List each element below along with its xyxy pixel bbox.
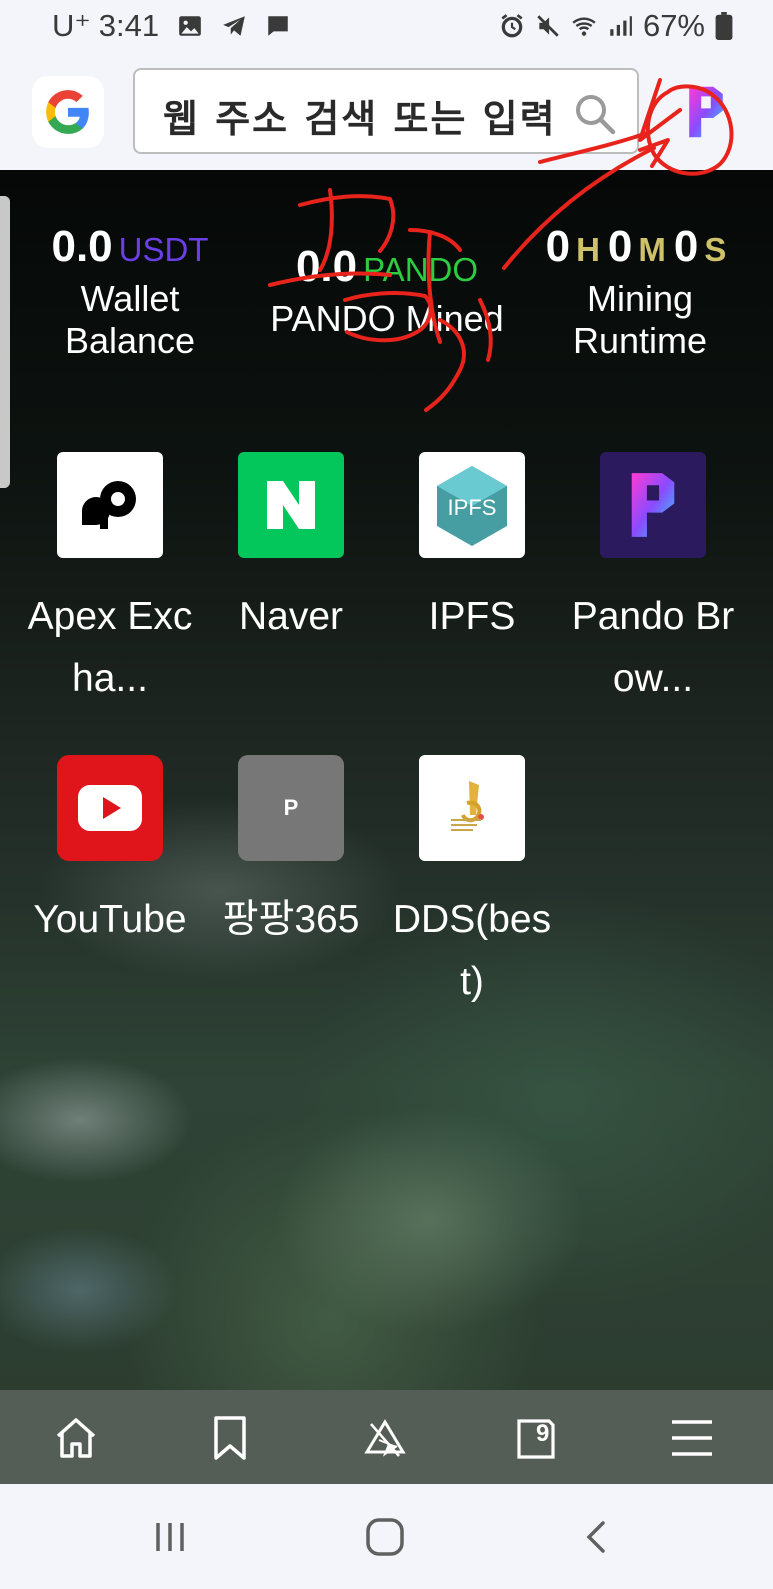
search-placeholder: 웹 주소 검색 또는 입력 xyxy=(163,97,557,141)
wallet-balance-stat: 0.0 USDT Wallet Balance xyxy=(30,222,230,362)
shortcut-label: Naver xyxy=(238,595,344,638)
shortcut-apex[interactable]: Apex Excha... xyxy=(20,452,200,710)
carrier-label: U⁺ xyxy=(52,8,91,43)
runtime-label: Mining Runtime xyxy=(572,278,708,361)
pando-icon xyxy=(600,452,706,558)
shortcut-label: Pando Brow... xyxy=(571,595,735,700)
message-icon xyxy=(268,16,288,36)
clock: 3:41 xyxy=(98,8,160,43)
telegram-icon xyxy=(223,16,245,36)
shortcut-pando-browser[interactable]: Pando Brow... xyxy=(563,452,743,710)
bookmark-icon xyxy=(214,1416,246,1460)
system-back-button[interactable] xyxy=(572,1512,622,1562)
runtime-minutes: 0 xyxy=(607,222,633,271)
shortcut-label: Apex Excha... xyxy=(27,595,193,700)
youtube-icon xyxy=(57,755,163,861)
hamburger-menu-icon xyxy=(672,1420,712,1456)
browser-toolbar: 웹 주소 검색 또는 입력 xyxy=(0,52,773,170)
wallet-label: Wallet Balance xyxy=(64,278,196,361)
mining-runtime-stat: 0H0M0S Mining Runtime xyxy=(520,222,760,362)
shield-broken-icon xyxy=(364,1419,406,1457)
system-home-button[interactable] xyxy=(360,1512,410,1562)
mute-icon xyxy=(537,15,559,37)
runtime-minutes-unit: M xyxy=(638,231,666,268)
gallery-icon xyxy=(179,16,201,36)
runtime-hours-unit: H xyxy=(576,231,600,268)
chevron-left-icon xyxy=(586,1521,605,1553)
search-icon[interactable] xyxy=(571,90,619,138)
dds-icon xyxy=(419,755,525,861)
mined-label: PANDO Mined xyxy=(270,298,504,339)
shortcut-label: YouTube xyxy=(33,898,187,941)
shortcut-label: DDS(best) xyxy=(392,898,552,1003)
shortcut-ipfs[interactable]: IPFS IPFS xyxy=(382,452,562,710)
ipfs-icon-text: IPFS xyxy=(448,495,497,520)
recent-apps-button[interactable] xyxy=(145,1512,195,1562)
ad-block-button[interactable] xyxy=(357,1410,413,1466)
placeholder-p-icon: P xyxy=(238,755,344,861)
home-icon xyxy=(56,1418,96,1458)
battery-icon xyxy=(715,12,733,40)
system-navigation-bar xyxy=(0,1484,773,1589)
runtime-seconds: 0 xyxy=(673,222,699,271)
signal-icon xyxy=(610,16,632,36)
google-icon xyxy=(46,90,89,134)
shortcut-dds[interactable]: DDS(best) xyxy=(382,755,562,1013)
menu-button[interactable] xyxy=(664,1410,720,1466)
edge-panel-handle[interactable] xyxy=(0,196,10,488)
ipfs-icon: IPFS xyxy=(419,452,525,558)
wallet-value: 0.0 xyxy=(51,222,113,271)
apex-icon xyxy=(57,452,163,558)
shortcut-pangpang365[interactable]: P 팡팡365 xyxy=(201,755,381,1013)
google-logo-button[interactable] xyxy=(32,76,104,148)
tabs-count: 9 xyxy=(536,1420,550,1447)
alarm-icon xyxy=(501,14,523,38)
search-input[interactable]: 웹 주소 검색 또는 입력 xyxy=(133,68,639,154)
wallet-unit: USDT xyxy=(118,231,209,268)
recent-apps-icon xyxy=(156,1523,184,1551)
shortcut-label: 팡팡365 xyxy=(222,898,360,941)
home-square-icon xyxy=(366,1518,404,1556)
pando-mined-stat: 0.0 PANDO PANDO Mined xyxy=(262,242,512,340)
runtime-seconds-unit: S xyxy=(704,231,727,268)
browser-bottom-nav: 9 xyxy=(0,1390,773,1484)
bookmarks-button[interactable] xyxy=(202,1410,258,1466)
pando-extension-icon[interactable] xyxy=(682,82,730,142)
home-button[interactable] xyxy=(48,1410,104,1466)
mined-value: 0.0 xyxy=(295,242,358,291)
start-page: 0.0 USDT Wallet Balance 0.0 PANDO PANDO Mi… xyxy=(0,170,773,1390)
status-bar: U⁺ 3:41 67% xyxy=(0,0,773,52)
naver-icon xyxy=(238,452,344,558)
shortcut-naver[interactable]: Naver xyxy=(201,452,381,710)
shortcut-label: IPFS xyxy=(428,595,516,638)
mining-stats: 0.0 USDT Wallet Balance 0.0 PANDO PANDO Mi… xyxy=(0,222,773,367)
wifi-icon xyxy=(572,17,596,36)
battery-percent: 67% xyxy=(642,8,705,43)
runtime-hours: 0 xyxy=(545,222,571,271)
tabs-button[interactable]: 9 xyxy=(508,1410,564,1466)
shortcut-youtube[interactable]: YouTube xyxy=(20,755,200,1013)
mined-unit: PANDO xyxy=(363,251,479,288)
